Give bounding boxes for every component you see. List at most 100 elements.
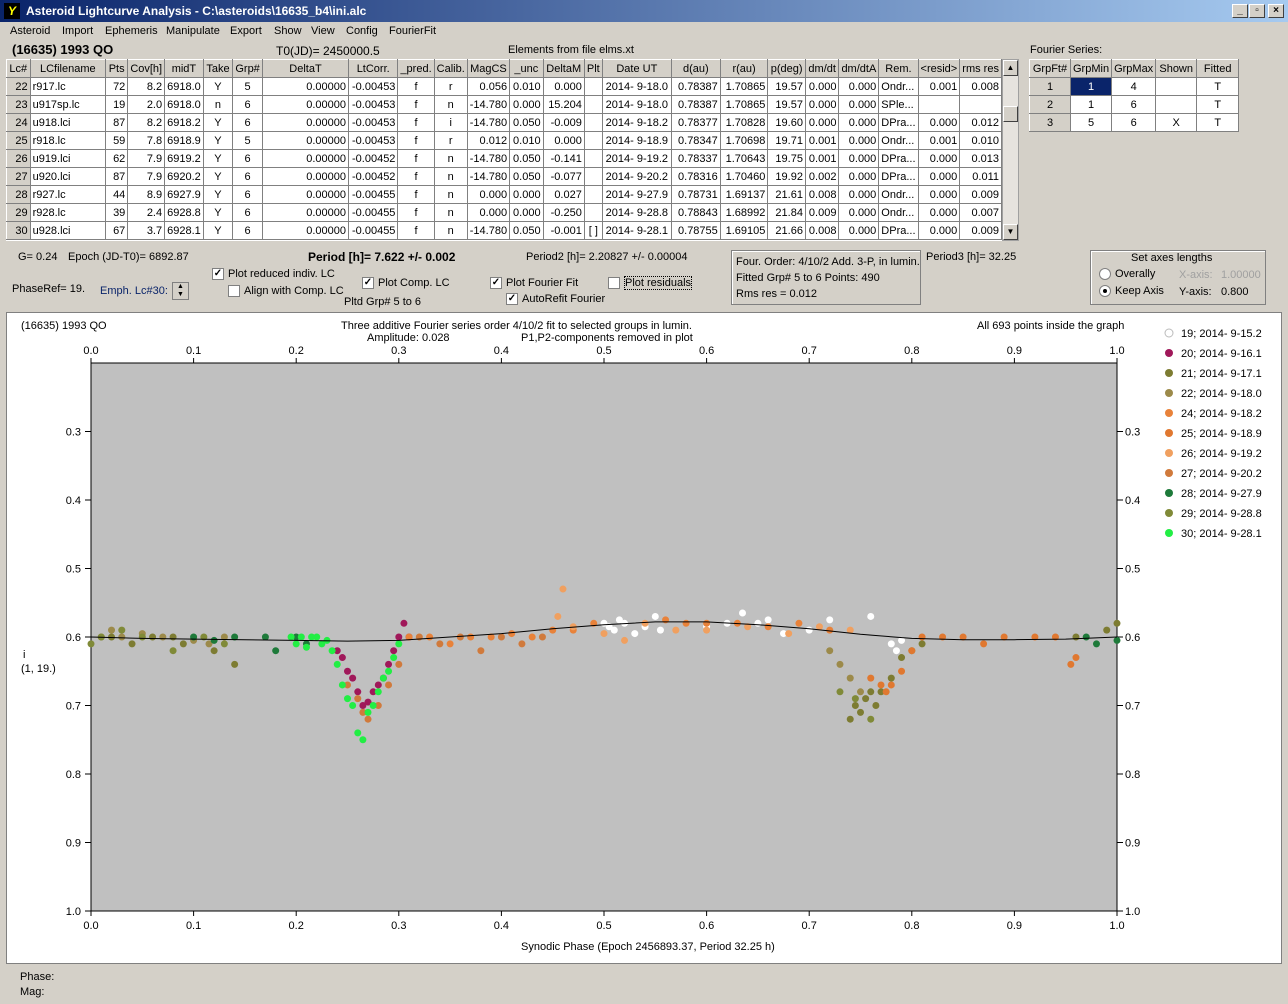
fourier-series-cell[interactable]: 4 — [1111, 77, 1157, 96]
keep-axis-radio[interactable]: Keep Axis — [1099, 285, 1164, 298]
lc-table-cell[interactable]: 0.008 — [804, 221, 840, 240]
lc-table-cell[interactable]: 1.68992 — [719, 203, 769, 222]
lc-table-cell[interactable]: 0.027 — [542, 185, 585, 204]
lc-row-number[interactable]: 25 — [6, 131, 31, 150]
lc-row-number[interactable]: 23 — [6, 95, 31, 114]
lc-table-cell[interactable]: 1.70460 — [719, 167, 769, 186]
lc-table-cell[interactable]: 0.00000 — [261, 221, 349, 240]
lc-table-cell[interactable]: 6 — [232, 167, 263, 186]
lc-table-cell[interactable] — [959, 95, 1002, 114]
fourier-series-cell[interactable] — [1155, 95, 1198, 114]
lc-table-cell[interactable]: 3.7 — [127, 221, 166, 240]
lc-table-cell[interactable]: 0.78387 — [670, 95, 721, 114]
menu-asteroid[interactable]: Asteroid — [10, 25, 50, 37]
lc-table-cell[interactable]: 0.050 — [509, 167, 544, 186]
lc-row-number[interactable]: 26 — [6, 149, 31, 168]
lc-table-cell[interactable]: 0.001 — [804, 149, 840, 168]
lc-table-cell[interactable]: 5 — [232, 131, 263, 150]
fourier-series-row[interactable]: 216 T — [1029, 95, 1240, 114]
lc-table-cell[interactable] — [583, 203, 603, 222]
scroll-up-icon[interactable]: ▲ — [1003, 60, 1018, 76]
lc-table-cell[interactable]: 0.050 — [509, 113, 544, 132]
lc-table-cell[interactable]: n — [433, 221, 468, 240]
lc-table-cell[interactable]: 6 — [232, 95, 263, 114]
lc-table-cell[interactable]: 0.000 — [509, 95, 544, 114]
lc-table-cell[interactable]: 72 — [105, 77, 129, 96]
lc-table-cell[interactable]: DPra... — [878, 113, 919, 132]
lc-table-cell[interactable] — [583, 185, 603, 204]
lc-table-cell[interactable]: 21.61 — [767, 185, 806, 204]
scroll-thumb[interactable] — [1003, 106, 1018, 122]
lc-table-cell[interactable]: r — [433, 77, 468, 96]
lc-table-cell[interactable]: Y — [202, 113, 234, 132]
lc-table-cell[interactable]: -0.00455 — [347, 203, 399, 222]
lc-table-cell[interactable]: 19.57 — [767, 77, 806, 96]
maximize-button[interactable]: ▫ — [1249, 4, 1265, 18]
lc-table-cell[interactable]: n — [202, 95, 234, 114]
fourier-series-cell[interactable]: 6 — [1111, 113, 1157, 132]
lc-table-cell[interactable]: Ondr... — [878, 203, 919, 222]
lc-table-cell[interactable]: n — [433, 95, 468, 114]
lc-table-cell[interactable]: 2014- 9-20.2 — [601, 167, 672, 186]
menu-fourierfit[interactable]: FourierFit — [389, 25, 436, 37]
lc-table-cell[interactable]: 1.70643 — [719, 149, 769, 168]
lc-table-cell[interactable]: -0.00452 — [347, 149, 399, 168]
lc-table-cell[interactable]: Ondr... — [878, 185, 919, 204]
lc-table-cell[interactable]: 6927.9 — [164, 185, 204, 204]
lc-table-cell[interactable]: r — [433, 131, 468, 150]
lc-table-cell[interactable]: Y — [202, 221, 234, 240]
lc-table-cell[interactable]: 6 — [232, 221, 263, 240]
lc-table-cell[interactable]: 0.000 — [917, 221, 961, 240]
lc-table-cell[interactable]: 6 — [232, 203, 263, 222]
lc-table-cell[interactable]: -0.00453 — [347, 113, 399, 132]
lc-table-cell[interactable]: 0.009 — [959, 185, 1002, 204]
lc-table-cell[interactable]: 0.050 — [509, 149, 544, 168]
lc-table-cell[interactable]: 6 — [232, 149, 263, 168]
lc-header-cell[interactable]: Grp# — [232, 59, 263, 78]
lc-table-cell[interactable]: 0.78843 — [670, 203, 721, 222]
lc-table-cell[interactable]: 0.012 — [466, 131, 511, 150]
lc-table-cell[interactable]: 0.000 — [466, 185, 511, 204]
lc-table-cell[interactable]: 0.00000 — [261, 95, 349, 114]
lc-header-cell[interactable]: LCfilename — [29, 59, 107, 78]
align-comp-checkmark[interactable] — [228, 285, 240, 298]
lc-header-cell[interactable]: Plt — [583, 59, 603, 78]
lc-table-cell[interactable]: 6919.2 — [164, 149, 204, 168]
lc-table-cell[interactable]: -0.077 — [542, 167, 585, 186]
lc-table-cell[interactable]: -0.00452 — [347, 167, 399, 186]
lc-table-cell[interactable]: 39 — [105, 203, 129, 222]
lc-table-cell[interactable]: u918.lci — [29, 113, 107, 132]
lc-table-cell[interactable]: 19.57 — [767, 95, 806, 114]
lc-row-number[interactable]: 28 — [6, 185, 31, 204]
lc-table-cell[interactable]: -0.00453 — [347, 95, 399, 114]
lc-table-cell[interactable]: Y — [202, 131, 234, 150]
lc-table-cell[interactable]: DPra... — [878, 221, 919, 240]
lc-table-cell[interactable]: 87 — [105, 167, 129, 186]
autorefit-checkbox[interactable]: ✓ AutoRefit Fourier — [506, 293, 605, 306]
lc-table-cell[interactable]: 0.000 — [509, 185, 544, 204]
lc-header-cell[interactable]: Pts — [105, 59, 129, 78]
lc-row-number[interactable]: 30 — [6, 221, 31, 240]
fourier-header-cell[interactable]: GrpFt# — [1029, 59, 1071, 78]
menu-export[interactable]: Export — [230, 25, 262, 37]
close-button[interactable]: × — [1268, 4, 1284, 18]
lc-table-cell[interactable]: 0.011 — [959, 167, 1002, 186]
lc-header-cell[interactable]: MagCS — [466, 59, 511, 78]
lc-header-cell[interactable]: _unc — [509, 59, 544, 78]
lc-table-cell[interactable]: n — [433, 203, 468, 222]
plot-fourier-checkmark[interactable]: ✓ — [490, 277, 502, 290]
overally-radio-dot[interactable] — [1099, 268, 1111, 281]
lc-table-cell[interactable]: r927.lc — [29, 185, 107, 204]
lc-table-cell[interactable]: 59 — [105, 131, 129, 150]
lc-table-cell[interactable]: 0.00000 — [261, 167, 349, 186]
lc-table-row[interactable]: 25 r918.lc 59 7.8 6918.9 Y 5 0.00000 -0.00453 f r 0… — [6, 131, 1002, 150]
lc-table-cell[interactable] — [583, 113, 603, 132]
lc-table-cell[interactable]: 0.000 — [838, 113, 880, 132]
plot-residuals-checkbox[interactable]: Plot residuals — [608, 276, 693, 290]
lc-table-cell[interactable]: f — [397, 221, 435, 240]
lc-table-cell[interactable]: 0.78377 — [670, 113, 721, 132]
plot-comp-checkbox[interactable]: ✓ Plot Comp. LC — [362, 277, 450, 290]
lc-table-cell[interactable]: Y — [202, 203, 234, 222]
lc-table-cell[interactable]: r928.lc — [29, 203, 107, 222]
lc-table-cell[interactable]: [ ] — [583, 221, 603, 240]
